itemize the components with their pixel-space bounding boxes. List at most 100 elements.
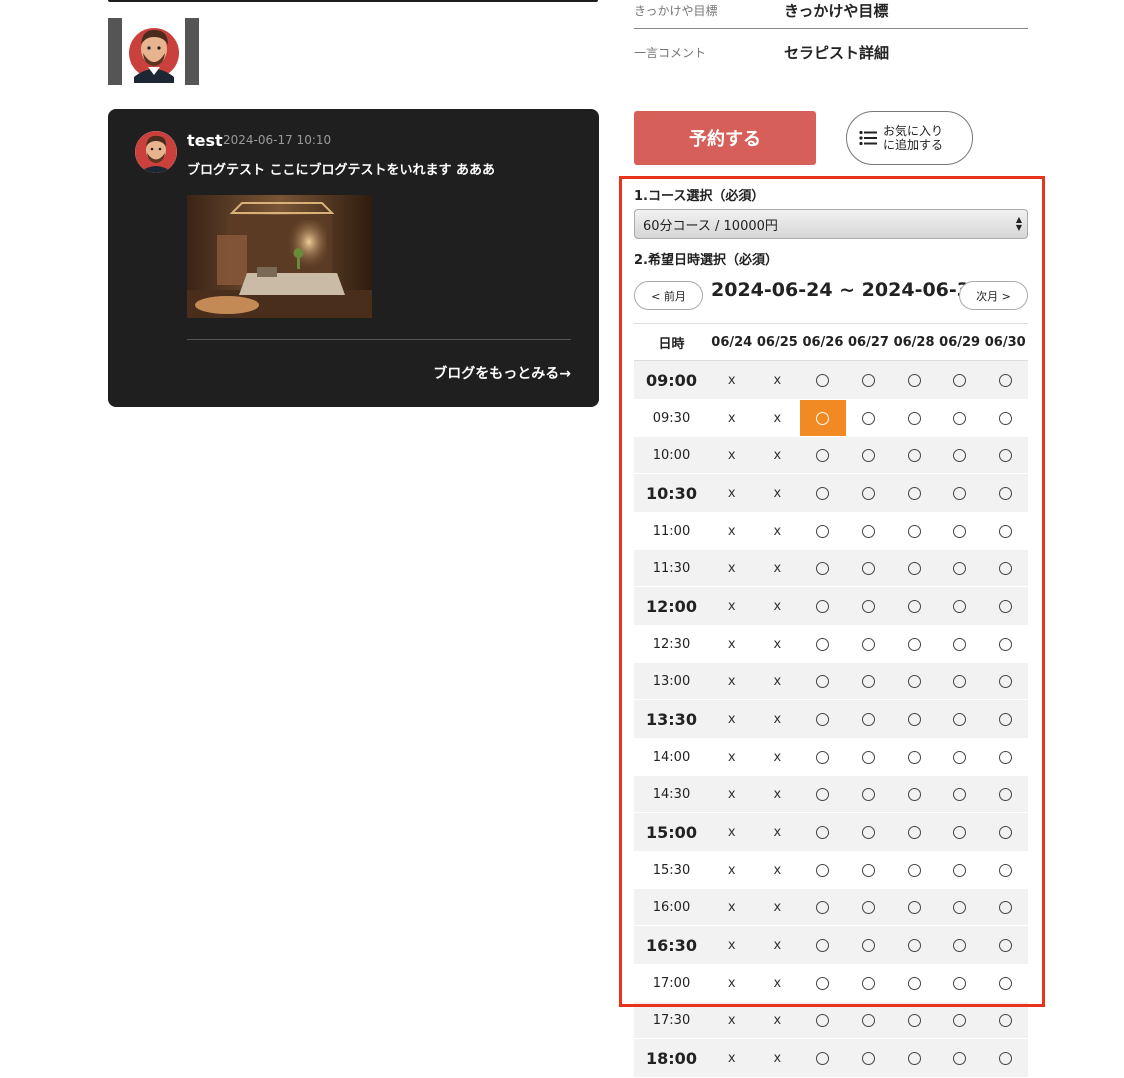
slot-available[interactable] xyxy=(891,626,937,662)
slot-available[interactable] xyxy=(982,663,1028,699)
reserve-button[interactable]: 予約する xyxy=(634,111,816,165)
slot-available[interactable] xyxy=(846,965,892,1001)
slot-available[interactable] xyxy=(846,889,892,925)
slot-available[interactable] xyxy=(982,587,1028,625)
slot-available[interactable] xyxy=(800,739,846,775)
slot-available[interactable] xyxy=(846,700,892,738)
slot-available[interactable] xyxy=(937,587,983,625)
slot-available[interactable] xyxy=(937,852,983,888)
slot-available[interactable] xyxy=(846,626,892,662)
slot-available[interactable] xyxy=(982,437,1028,473)
slot-available[interactable] xyxy=(937,1002,983,1038)
slot-available[interactable] xyxy=(937,400,983,436)
slot-available[interactable] xyxy=(937,1039,983,1077)
slot-available[interactable] xyxy=(846,852,892,888)
slot-available[interactable] xyxy=(846,400,892,436)
prev-month-button[interactable]: < 前月 xyxy=(634,281,703,310)
slot-available[interactable] xyxy=(937,700,983,738)
slot-available[interactable] xyxy=(846,474,892,512)
slot-available[interactable] xyxy=(846,813,892,851)
slot-available[interactable] xyxy=(800,700,846,738)
slot-available[interactable] xyxy=(800,813,846,851)
slot-available[interactable] xyxy=(982,1039,1028,1077)
slot-available[interactable] xyxy=(891,1002,937,1038)
slot-available[interactable] xyxy=(937,965,983,1001)
slot-available[interactable] xyxy=(937,663,983,699)
slot-available[interactable] xyxy=(800,1002,846,1038)
slot-available[interactable] xyxy=(891,361,937,399)
slot-available[interactable] xyxy=(800,1039,846,1077)
slot-available[interactable] xyxy=(846,739,892,775)
blog-image[interactable] xyxy=(187,195,372,318)
slot-available[interactable] xyxy=(846,1039,892,1077)
slot-available[interactable] xyxy=(800,437,846,473)
slot-available[interactable] xyxy=(937,550,983,586)
slot-available[interactable] xyxy=(937,926,983,964)
slot-available[interactable] xyxy=(891,1039,937,1077)
slot-available[interactable] xyxy=(982,965,1028,1001)
slot-available[interactable] xyxy=(800,550,846,586)
slot-available[interactable] xyxy=(800,776,846,812)
slot-available[interactable] xyxy=(891,437,937,473)
slot-available[interactable] xyxy=(891,889,937,925)
slot-available[interactable] xyxy=(982,513,1028,549)
slot-available[interactable] xyxy=(982,550,1028,586)
slot-available[interactable] xyxy=(891,813,937,851)
slot-available[interactable] xyxy=(937,626,983,662)
slot-available[interactable] xyxy=(846,513,892,549)
slot-available[interactable] xyxy=(800,587,846,625)
slot-available[interactable] xyxy=(891,400,937,436)
slot-available[interactable] xyxy=(800,852,846,888)
slot-available[interactable] xyxy=(846,361,892,399)
slot-available[interactable] xyxy=(846,926,892,964)
slot-available[interactable] xyxy=(891,776,937,812)
therapist-thumbnail[interactable] xyxy=(108,18,199,85)
slot-available[interactable] xyxy=(982,926,1028,964)
slot-available[interactable] xyxy=(982,400,1028,436)
slot-available[interactable] xyxy=(937,889,983,925)
slot-available-selected[interactable] xyxy=(800,400,846,436)
slot-available[interactable] xyxy=(846,587,892,625)
next-month-button[interactable]: 次月 > xyxy=(959,281,1028,310)
slot-available[interactable] xyxy=(982,361,1028,399)
slot-available[interactable] xyxy=(891,965,937,1001)
slot-available[interactable] xyxy=(937,361,983,399)
slot-available[interactable] xyxy=(800,663,846,699)
slot-available[interactable] xyxy=(937,437,983,473)
course-select[interactable]: 60分コース / 10000円 ▲ ▼ xyxy=(634,209,1028,239)
slot-available[interactable] xyxy=(800,474,846,512)
slot-available[interactable] xyxy=(937,739,983,775)
slot-available[interactable] xyxy=(937,513,983,549)
slot-available[interactable] xyxy=(891,513,937,549)
slot-available[interactable] xyxy=(982,474,1028,512)
slot-available[interactable] xyxy=(891,587,937,625)
slot-available[interactable] xyxy=(982,739,1028,775)
slot-available[interactable] xyxy=(891,663,937,699)
slot-available[interactable] xyxy=(982,776,1028,812)
slot-available[interactable] xyxy=(982,700,1028,738)
slot-available[interactable] xyxy=(982,813,1028,851)
slot-available[interactable] xyxy=(800,926,846,964)
slot-available[interactable] xyxy=(982,626,1028,662)
slot-available[interactable] xyxy=(846,776,892,812)
slot-available[interactable] xyxy=(846,550,892,586)
slot-available[interactable] xyxy=(846,663,892,699)
slot-available[interactable] xyxy=(800,361,846,399)
slot-available[interactable] xyxy=(937,776,983,812)
slot-available[interactable] xyxy=(800,626,846,662)
slot-available[interactable] xyxy=(846,437,892,473)
slot-available[interactable] xyxy=(800,965,846,1001)
slot-available[interactable] xyxy=(800,889,846,925)
slot-available[interactable] xyxy=(891,926,937,964)
slot-available[interactable] xyxy=(982,889,1028,925)
slot-available[interactable] xyxy=(937,813,983,851)
slot-available[interactable] xyxy=(891,550,937,586)
slot-available[interactable] xyxy=(800,513,846,549)
slot-available[interactable] xyxy=(891,474,937,512)
slot-available[interactable] xyxy=(891,739,937,775)
slot-available[interactable] xyxy=(937,474,983,512)
slot-available[interactable] xyxy=(891,700,937,738)
blog-more-link[interactable]: ブログをもっとみる→ xyxy=(433,363,571,383)
slot-available[interactable] xyxy=(891,852,937,888)
slot-available[interactable] xyxy=(982,1002,1028,1038)
